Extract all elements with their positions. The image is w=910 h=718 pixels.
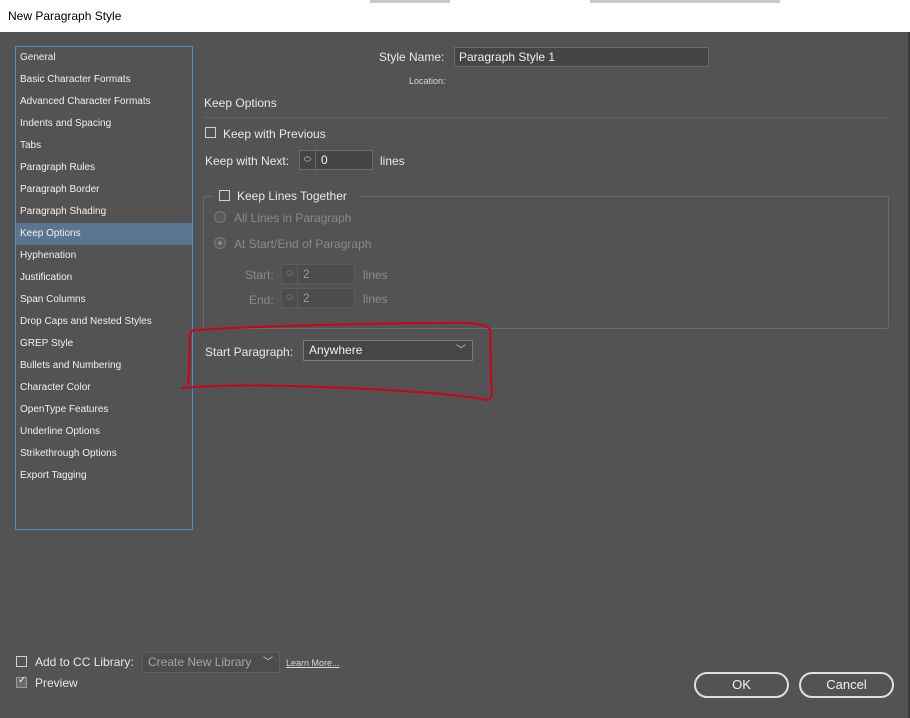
library-value: Create New Library (148, 655, 252, 669)
sidebar-item-tabs[interactable]: Tabs (16, 135, 192, 157)
keep-with-next-value: 0 (321, 153, 328, 167)
stepper-arrows-icon[interactable]: ︿ ﹀ (282, 265, 298, 283)
category-list[interactable]: General Basic Character Formats Advanced… (15, 46, 193, 530)
all-lines-radio[interactable] (214, 211, 226, 223)
sidebar-item-span-columns[interactable]: Span Columns (16, 289, 192, 311)
preview-label: Preview (35, 676, 78, 690)
background-window-edge (590, 0, 780, 3)
end-label: End: (249, 293, 274, 307)
end-lines-unit: lines (363, 292, 388, 306)
keep-with-next-unit: lines (380, 154, 405, 168)
start-lines-value: 2 (303, 267, 310, 281)
sidebar-item-indents-and-spacing[interactable]: Indents and Spacing (16, 113, 192, 135)
cancel-button[interactable]: Cancel (799, 672, 894, 698)
all-lines-label: All Lines in Paragraph (234, 211, 352, 225)
sidebar-item-strikethrough-options[interactable]: Strikethrough Options (16, 443, 192, 465)
sidebar-item-grep-style[interactable]: GREP Style (16, 333, 192, 355)
start-lines-stepper[interactable]: ︿ ﹀ 2 (281, 264, 355, 284)
keep-lines-together-label: Keep Lines Together (237, 189, 347, 203)
sidebar-item-paragraph-rules[interactable]: Paragraph Rules (16, 157, 192, 179)
sidebar-item-paragraph-shading[interactable]: Paragraph Shading (16, 201, 192, 223)
window-title: New Paragraph Style (8, 9, 122, 23)
sidebar-item-basic-character-formats[interactable]: Basic Character Formats (16, 69, 192, 91)
keep-with-previous-checkbox[interactable] (205, 127, 216, 138)
end-lines-stepper[interactable]: ︿ ﹀ 2 (281, 288, 355, 308)
sidebar-item-opentype-features[interactable]: OpenType Features (16, 399, 192, 421)
start-paragraph-label: Start Paragraph: (205, 345, 294, 359)
title-bar: New Paragraph Style (0, 0, 910, 32)
keep-with-next-label: Keep with Next: (205, 154, 290, 168)
background-window-edge (370, 0, 450, 3)
sidebar-item-hyphenation[interactable]: Hyphenation (16, 245, 192, 267)
sidebar-item-advanced-character-formats[interactable]: Advanced Character Formats (16, 91, 192, 113)
sidebar-item-keep-options[interactable]: Keep Options (16, 223, 192, 245)
start-lines-unit: lines (363, 268, 388, 282)
library-dropdown[interactable]: Create New Library ﹀ (142, 652, 280, 673)
sidebar-item-paragraph-border[interactable]: Paragraph Border (16, 179, 192, 201)
section-title: Keep Options (204, 96, 277, 110)
start-end-label: At Start/End of Paragraph (234, 237, 372, 251)
ok-button[interactable]: OK (694, 672, 789, 698)
learn-more-link[interactable]: Learn More... (286, 658, 340, 668)
section-divider (203, 117, 889, 118)
start-label: Start: (245, 268, 274, 282)
end-lines-value: 2 (303, 291, 310, 305)
sidebar-item-justification[interactable]: Justification (16, 267, 192, 289)
keep-with-next-stepper[interactable]: ︿ ﹀ 0 (299, 150, 373, 170)
chevron-down-icon: ﹀ (456, 345, 466, 356)
style-name-input[interactable]: Paragraph Style 1 (454, 47, 709, 67)
stepper-arrows-icon[interactable]: ︿ ﹀ (282, 289, 298, 307)
keep-lines-together-checkbox[interactable] (219, 190, 230, 201)
sidebar-item-general[interactable]: General (16, 47, 192, 69)
chevron-down-icon: ﹀ (263, 657, 273, 668)
sidebar-item-underline-options[interactable]: Underline Options (16, 421, 192, 443)
location-label: Location: (409, 76, 446, 86)
start-paragraph-dropdown[interactable]: Anywhere ﹀ (303, 340, 473, 361)
sidebar-item-export-tagging[interactable]: Export Tagging (16, 465, 192, 487)
start-paragraph-value: Anywhere (309, 343, 363, 357)
style-name-label: Style Name: (379, 50, 445, 64)
start-end-radio[interactable] (214, 237, 226, 249)
stepper-arrows-icon[interactable]: ︿ ﹀ (300, 151, 316, 169)
add-to-cc-library-label: Add to CC Library: (35, 655, 134, 669)
keep-with-previous-label: Keep with Previous (223, 127, 326, 141)
sidebar-item-character-color[interactable]: Character Color (16, 377, 192, 399)
sidebar-item-drop-caps-and-nested-styles[interactable]: Drop Caps and Nested Styles (16, 311, 192, 333)
preview-checkbox[interactable] (16, 675, 27, 688)
add-to-cc-library-checkbox[interactable] (16, 656, 27, 667)
sidebar-item-bullets-and-numbering[interactable]: Bullets and Numbering (16, 355, 192, 377)
